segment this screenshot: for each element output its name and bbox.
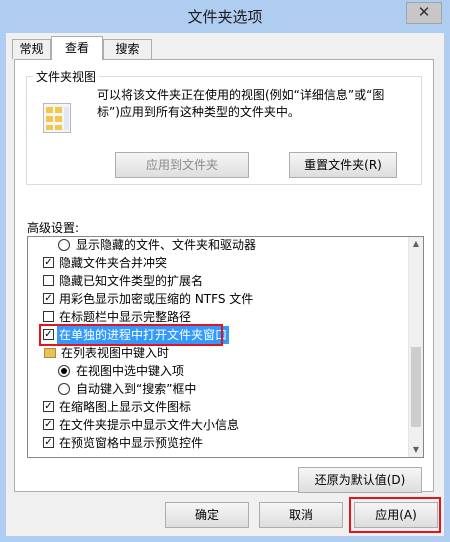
checkbox-preview-handlers[interactable]: ✓ (43, 437, 54, 448)
checkbox-color-ntfs[interactable]: ✓ (43, 293, 54, 304)
checkbox-full-path-title[interactable] (43, 311, 54, 322)
folder-views-label: 文件夹视图 (33, 68, 100, 85)
highlight-box (39, 324, 223, 346)
checkbox-thumbnail-icons[interactable]: ✓ (43, 401, 54, 412)
apply-to-folders-button[interactable]: 应用到文件夹 (115, 152, 249, 178)
tab-search[interactable]: 搜索 (103, 39, 152, 59)
scroll-thumb[interactable] (411, 347, 421, 427)
view-tab-panel: 文件夹视图 可以将该文件夹正在使用的视图(例如“详细信息”或“图标”)应用到所有… (14, 59, 434, 493)
vertical-scrollbar[interactable]: ▲ ▼ (408, 237, 423, 457)
folder-icon (44, 348, 56, 358)
folder-view-icon (43, 103, 71, 133)
tab-view[interactable]: 查看 (51, 36, 103, 60)
title-bar[interactable]: 文件夹选项 ✕ (0, 0, 450, 30)
reset-folders-button[interactable]: 重置文件夹(R) (289, 152, 397, 178)
window-title: 文件夹选项 (187, 8, 263, 26)
advanced-settings-label: 高级设置: (27, 221, 80, 235)
cancel-button[interactable]: 取消 (259, 502, 343, 528)
dialog-client: 常规 查看 搜索 文件夹视图 可以将该文件夹正在使用的视图(例如“详细信息”或“… (6, 33, 444, 536)
folder-views-description: 可以将该文件夹正在使用的视图(例如“详细信息”或“图标”)应用到所有这种类型的文… (97, 88, 385, 119)
folder-options-window: 文件夹选项 ✕ 常规 查看 搜索 文件夹视图 可以将该文件夹正在使用的视图(例如… (0, 0, 450, 542)
checkbox-size-info[interactable]: ✓ (43, 419, 54, 430)
ok-button[interactable]: 确定 (165, 502, 249, 528)
restore-defaults-button[interactable]: 还原为默认值(D) (298, 467, 422, 493)
advanced-settings-list[interactable]: 显示隐藏的文件、文件夹和驱动器 ✓ 隐藏文件夹合并冲突 隐藏已知文件类型的扩展名… (27, 236, 424, 458)
folder-views-group: 文件夹视图 可以将该文件夹正在使用的视图(例如“详细信息”或“图标”)应用到所有… (26, 68, 422, 185)
close-icon: ✕ (417, 3, 431, 21)
radio-show-hidden[interactable] (58, 239, 70, 251)
radio-type-search[interactable] (58, 383, 70, 395)
radio-select-typed[interactable] (58, 365, 70, 377)
checkbox-hide-extensions[interactable] (43, 275, 54, 286)
close-button[interactable]: ✕ (406, 2, 442, 24)
scroll-up-icon[interactable]: ▲ (409, 237, 423, 251)
apply-highlight-box (349, 497, 441, 533)
checkbox-hide-merge-conflicts[interactable]: ✓ (43, 257, 54, 268)
tab-general[interactable]: 常规 (12, 39, 51, 59)
scroll-down-icon[interactable]: ▼ (409, 443, 423, 457)
